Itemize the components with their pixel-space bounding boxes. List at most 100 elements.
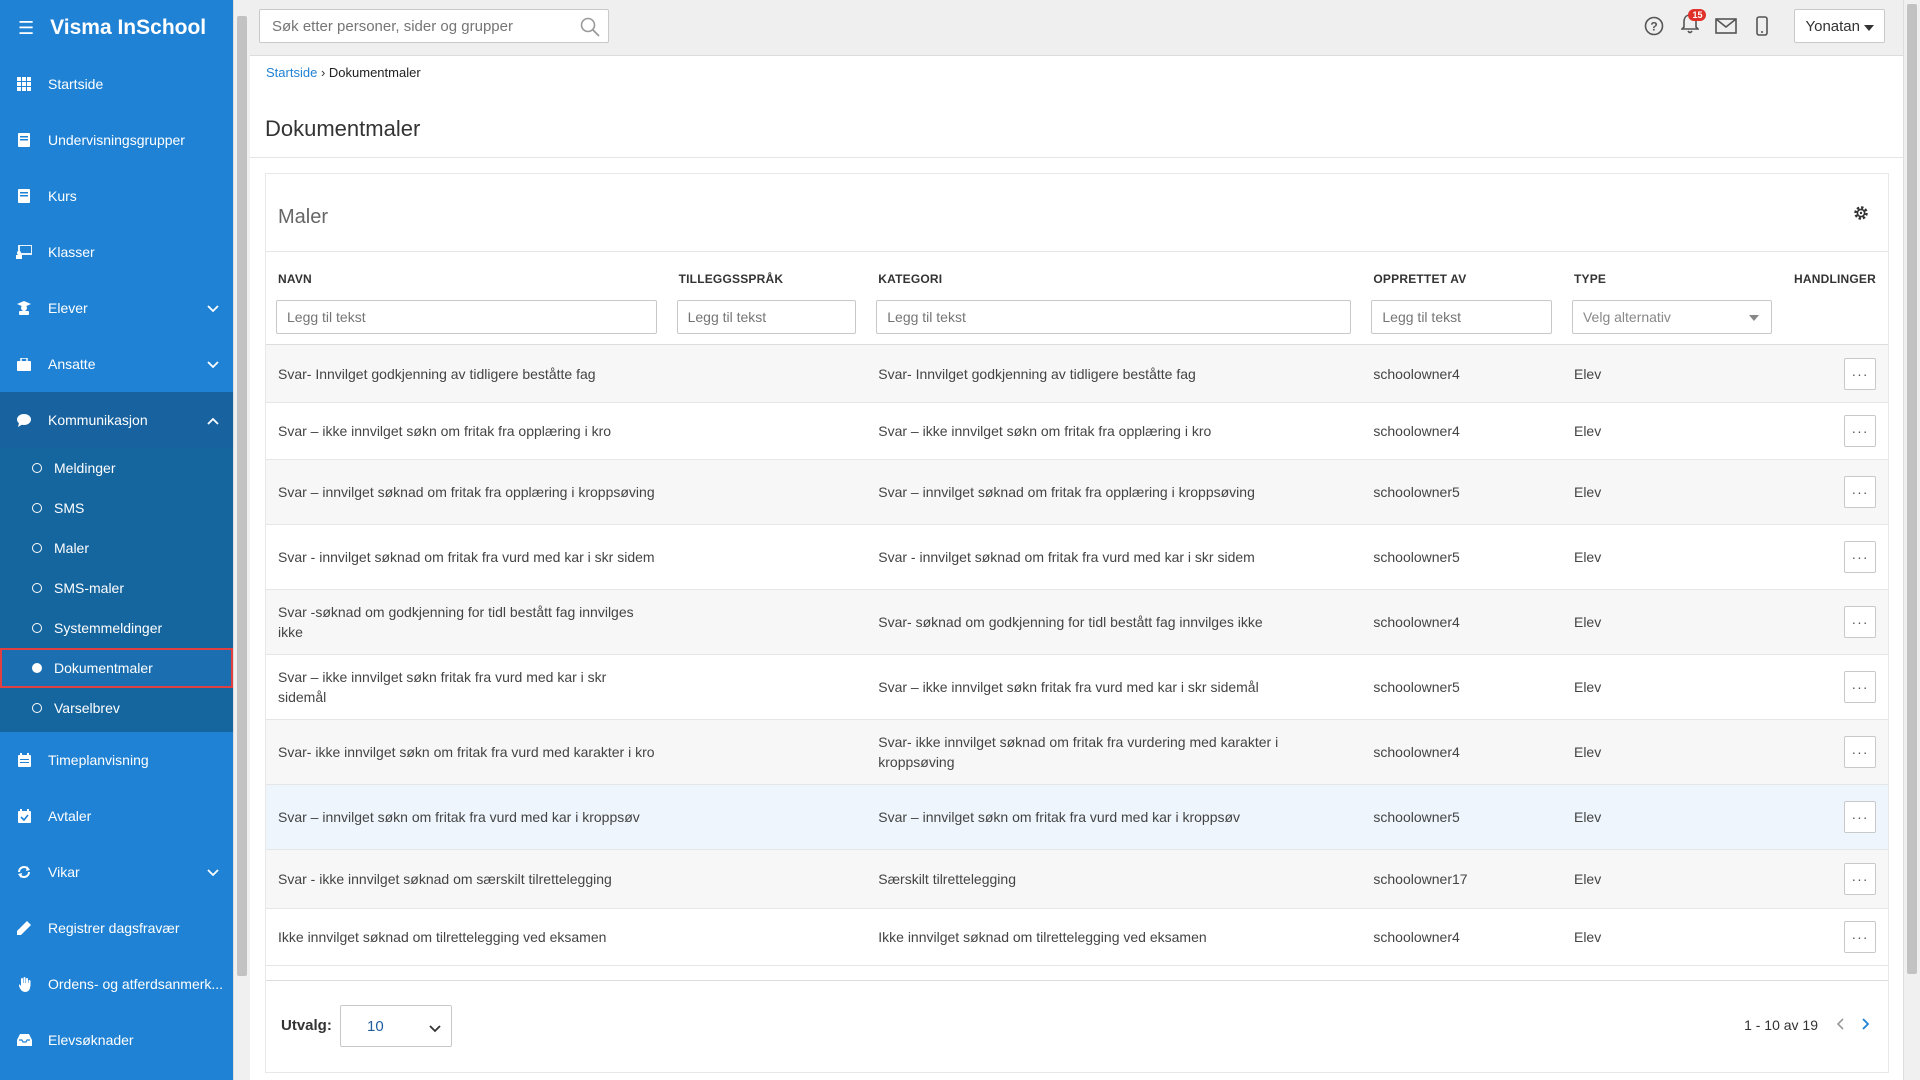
- column-header-handlinger: HANDLINGER: [1794, 272, 1876, 286]
- grid-icon: [16, 76, 32, 92]
- filter-kategori-input[interactable]: [876, 300, 1352, 334]
- table-row[interactable]: Svar -søknad om godkjenning for tidl bes…: [266, 589, 1888, 655]
- column-header-kategori[interactable]: KATEGORI: [866, 252, 1361, 294]
- sidebar-item-kurs[interactable]: Kurs: [0, 168, 233, 224]
- column-header-navn[interactable]: NAVN: [266, 252, 667, 294]
- circle-icon: [32, 463, 42, 473]
- table-row[interactable]: Svar - innvilget søknad om fritak fra vu…: [266, 524, 1888, 590]
- breadcrumb-separator-icon: ›: [320, 65, 329, 80]
- page-title: Dokumentmaler: [265, 116, 421, 141]
- row-actions-button[interactable]: ···: [1844, 863, 1876, 895]
- sidebar-item-vikar[interactable]: Vikar: [0, 844, 233, 900]
- sidebar-item-ordens-og-atferdsanmerkninger[interactable]: Ordens- og atferdsanmerk...: [0, 956, 233, 1012]
- notifications-button[interactable]: 15: [1672, 9, 1708, 43]
- sidebar-subitem-dokumentmaler[interactable]: Dokumentmaler: [0, 648, 233, 688]
- sidebar-item-elever[interactable]: Elever: [0, 280, 233, 336]
- sidebar-subitem-varselbrev[interactable]: Varselbrev: [0, 688, 233, 728]
- sidebar-item-klasser[interactable]: Klasser: [0, 224, 233, 280]
- chevron-left-icon[interactable]: [1836, 1017, 1844, 1033]
- cell-language: [666, 784, 867, 850]
- sidebar-item-label: Ordens- og atferdsanmerk...: [48, 976, 224, 992]
- sidebar-item-startside[interactable]: Startside: [0, 56, 233, 112]
- row-actions-button[interactable]: ···: [1844, 541, 1876, 573]
- mobile-icon[interactable]: [1744, 9, 1780, 43]
- table-row[interactable]: Svar – ikke innvilget søkn fritak fra vu…: [266, 654, 1888, 720]
- cell-type: Elev: [1561, 908, 1782, 966]
- sidebar-item-kommunikasjon[interactable]: Kommunikasjon: [0, 392, 233, 448]
- cell-language: [666, 719, 867, 785]
- card-header: Maler: [266, 174, 1888, 252]
- filter-type-select[interactable]: Velg alternativ: [1571, 300, 1772, 334]
- cell-name: Svar -søknad om godkjenning for tidl bes…: [266, 589, 667, 655]
- sidebar-subitem-label: Varselbrev: [54, 700, 120, 716]
- table-row[interactable]: Svar- Innvilget godkjenning av tidligere…: [266, 344, 1888, 403]
- column-header-tilleggssprak[interactable]: TILLEGGSSPRÅK: [667, 252, 867, 294]
- scrollbar-thumb[interactable]: [1907, 4, 1917, 974]
- sidebar-item-registrer-dagsfravaer[interactable]: Registrer dagsfravær: [0, 900, 233, 956]
- row-actions-button[interactable]: ···: [1844, 736, 1876, 768]
- sidebar-item-ansatte[interactable]: Ansatte: [0, 336, 233, 392]
- help-icon[interactable]: ?: [1636, 9, 1672, 43]
- row-actions-button[interactable]: ···: [1844, 476, 1876, 508]
- search-icon[interactable]: [580, 17, 600, 42]
- sidebar-item-elevsoknader[interactable]: Elevsøknader: [0, 1012, 233, 1068]
- table-row[interactable]: Svar – ikke innvilget søkn om fritak fra…: [266, 402, 1888, 460]
- table-row[interactable]: Svar – innvilget søknad om fritak fra op…: [266, 459, 1888, 525]
- circle-icon: [32, 503, 42, 513]
- chevron-up-icon: [207, 412, 219, 428]
- filter-tilleggssprak-input[interactable]: [676, 300, 857, 334]
- table-row[interactable]: Svar – innvilget søkn om fritak fra vurd…: [266, 784, 1888, 850]
- breadcrumb-home-link[interactable]: Startside: [266, 65, 317, 80]
- cell-name: Svar- ikke innvilget søkn om fritak fra …: [266, 719, 667, 785]
- briefcase-icon: [16, 356, 32, 372]
- divider: [250, 157, 1903, 158]
- filter-opprettet-av-input[interactable]: [1371, 300, 1552, 334]
- cell-category: Svar- Innvilget godkjenning av tidligere…: [866, 344, 1362, 403]
- table-row[interactable]: Svar - ikke innvilget søknad om særskilt…: [266, 849, 1888, 909]
- cell-created-by: schoolowner4: [1361, 344, 1562, 403]
- column-header-type[interactable]: TYPE: [1562, 252, 1782, 294]
- cell-type: Elev: [1561, 459, 1782, 525]
- sidebar-subitem-sms[interactable]: SMS: [0, 488, 233, 528]
- scrollbar-thumb[interactable]: [237, 16, 247, 976]
- app-title[interactable]: Visma InSchool: [50, 16, 206, 40]
- row-actions-button[interactable]: ···: [1844, 671, 1876, 703]
- cell-language: [666, 402, 867, 460]
- caret-down-icon: [1864, 18, 1874, 35]
- cell-type: Elev: [1561, 589, 1782, 655]
- main-scrollbar[interactable]: [1903, 0, 1920, 1080]
- chevron-down-icon: [207, 864, 219, 880]
- sidebar-item-label: Registrer dagsfravær: [48, 920, 180, 936]
- row-actions-button[interactable]: ···: [1844, 357, 1876, 390]
- cell-name: Svar – innvilget søknad om fritak fra op…: [266, 459, 667, 525]
- sidebar-subitem-sms-maler[interactable]: SMS-maler: [0, 568, 233, 608]
- row-actions-button[interactable]: ···: [1844, 921, 1876, 953]
- filter-navn-input[interactable]: [276, 300, 657, 334]
- sidebar-subitem-systemmeldinger[interactable]: Systemmeldinger: [0, 608, 233, 648]
- sidebar-item-label: Kurs: [48, 188, 77, 204]
- sidebar-item-label: Avtaler: [48, 808, 92, 824]
- page-size-select[interactable]: 10: [340, 1005, 452, 1047]
- mail-icon[interactable]: [1708, 9, 1744, 43]
- sidebar-item-timeplanvisning[interactable]: Timeplanvisning: [0, 732, 233, 788]
- row-actions-button[interactable]: ···: [1844, 606, 1876, 638]
- column-header-opprettet-av[interactable]: OPPRETTET AV: [1361, 252, 1562, 294]
- cell-name: Svar - ikke innvilget søknad om særskilt…: [266, 849, 667, 909]
- table-row[interactable]: Svar- ikke innvilget søkn om fritak fra …: [266, 719, 1888, 785]
- chevron-right-icon[interactable]: [1862, 1017, 1870, 1033]
- sidebar-item-undervisningsgrupper[interactable]: Undervisningsgrupper: [0, 112, 233, 168]
- refresh-icon: [16, 864, 32, 880]
- sidebar-scrollbar[interactable]: [233, 0, 250, 1080]
- brand: ☰ Visma InSchool: [0, 0, 233, 56]
- row-actions-button[interactable]: ···: [1844, 801, 1876, 833]
- table-row[interactable]: Ikke innvilget søknad om tilrettelegging…: [266, 908, 1888, 966]
- gear-icon[interactable]: [1852, 204, 1870, 227]
- sidebar-subitem-label: Dokumentmaler: [54, 660, 153, 676]
- row-actions-button[interactable]: ···: [1844, 415, 1876, 447]
- sidebar-item-avtaler[interactable]: Avtaler: [0, 788, 233, 844]
- sidebar-subitem-meldinger[interactable]: Meldinger: [0, 448, 233, 488]
- search-input[interactable]: [260, 10, 560, 42]
- menu-icon[interactable]: ☰: [18, 18, 34, 39]
- user-menu-button[interactable]: Yonatan: [1794, 9, 1885, 43]
- sidebar-subitem-maler[interactable]: Maler: [0, 528, 233, 568]
